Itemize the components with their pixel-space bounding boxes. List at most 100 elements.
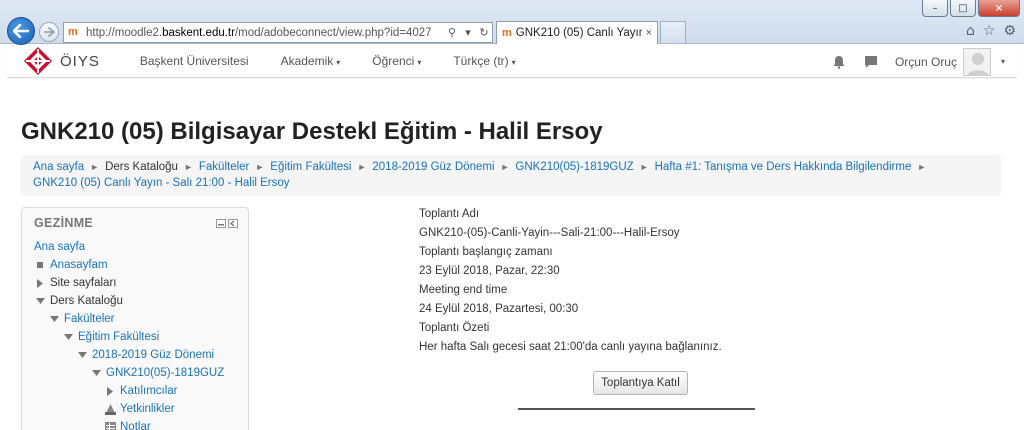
collapse-block-icon[interactable]: [216, 219, 226, 228]
meeting-start-value: 23 Eylül 2018, Pazar, 22:30: [419, 265, 560, 277]
dock-block-icon[interactable]: [228, 219, 238, 228]
nav-item-baskent-universitesi[interactable]: Başkent Üniversitesi: [140, 54, 249, 68]
minimize-button[interactable]: –: [922, 0, 948, 17]
grades-table-icon: [104, 422, 116, 430]
user-menu-chevron-icon[interactable]: ▾: [1001, 57, 1005, 66]
join-meeting-button[interactable]: Toplantıya Katıl: [593, 371, 688, 395]
settings-gear-icon[interactable]: ⚙: [1003, 23, 1016, 39]
page-title: GNK210 (05) Bilgisayar Destekl Eğitim - …: [21, 118, 603, 145]
chevron-down-icon: ▾: [336, 58, 341, 67]
nav-item-ogrenci[interactable]: Öğrenci ▾: [372, 54, 421, 68]
tree-item-site-sayfalari[interactable]: Site sayfaları: [34, 274, 116, 292]
window-controls: – □ ×: [922, 0, 1020, 17]
tree-item-label[interactable]: Notlar: [120, 418, 151, 430]
tree-item-notlar[interactable]: Notlar: [104, 418, 151, 430]
brand-name[interactable]: ÖIYS: [60, 53, 100, 70]
breadcrumb-separator-icon: ►: [90, 162, 100, 172]
tree-item-label: Ders Kataloğu: [50, 295, 123, 307]
refresh-icon[interactable]: ↻: [476, 26, 492, 39]
url-text[interactable]: http://moodle2.baskent.edu.tr/mod/adobec…: [86, 27, 444, 39]
user-name[interactable]: Orçun Oruç: [895, 55, 957, 69]
meeting-start-label: Toplantı başlangıç zamanı: [419, 246, 553, 258]
user-area: Orçun Oruç ▾: [831, 45, 1005, 78]
page-content: GNK210 (05) Bilgisayar Destekl Eğitim - …: [7, 79, 1017, 430]
tree-item-donem[interactable]: 2018-2019 Güz Dönemi: [76, 346, 214, 364]
meeting-end-value: 24 Eylül 2018, Pazartesi, 00:30: [419, 303, 579, 315]
breadcrumb-separator-icon: ►: [917, 162, 927, 172]
bullet-icon: [34, 262, 46, 268]
forward-button[interactable]: [39, 22, 59, 42]
breadcrumb-item-current[interactable]: GNK210 (05) Canlı Yayın - Salı 21:00 - H…: [33, 177, 290, 189]
tree-item-fakulteler[interactable]: Fakülteler: [48, 310, 115, 328]
meeting-name-label: Toplantı Adı: [419, 208, 480, 220]
navigation-block: GEZİNME Ana sayfa Anasayfam Site sayfala…: [21, 207, 249, 430]
arrow-right-icon: [43, 27, 55, 37]
tree-item-egitim-fakultesi[interactable]: Eğitim Fakültesi: [62, 328, 159, 346]
breadcrumb: Ana sayfa ► Ders Kataloğu ► Fakülteler ► Eğiti…: [21, 155, 1001, 196]
tree-item-label[interactable]: Anasayfam: [50, 256, 108, 274]
tree-item-ders-katalogu[interactable]: Ders Kataloğu: [34, 292, 123, 310]
site-navbar: ÖIYS Başkent Üniversitesi Akademik ▾ Öğre…: [7, 45, 1017, 78]
tab-favicon-icon: m: [502, 27, 512, 39]
triangle-down-icon[interactable]: [90, 370, 102, 376]
tree-item-label[interactable]: Eğitim Fakültesi: [78, 328, 159, 346]
divider: [518, 408, 755, 410]
meeting-summary-value: Her hafta Salı gecesi saat 21:00'da canl…: [419, 341, 722, 353]
tree-item-label[interactable]: Ana sayfa: [34, 238, 85, 256]
breadcrumb-item[interactable]: 2018-2019 Güz Dönemi: [372, 161, 494, 173]
meeting-summary-label: Toplantı Özeti: [419, 322, 490, 334]
breadcrumb-item[interactable]: GNK210(05)-1819GUZ: [515, 161, 633, 173]
tree-item-label[interactable]: 2018-2019 Güz Dönemi: [92, 346, 214, 364]
home-icon[interactable]: ⌂: [966, 23, 975, 39]
maximize-button[interactable]: □: [950, 0, 976, 17]
breadcrumb-item[interactable]: Eğitim Fakültesi: [270, 161, 351, 173]
tree-item-label[interactable]: Katılımcılar: [120, 382, 178, 400]
close-window-button[interactable]: ×: [978, 0, 1020, 17]
competency-icon: [104, 403, 116, 415]
address-bar[interactable]: m http://moodle2.baskent.edu.tr/mod/adob…: [63, 22, 493, 43]
chevron-down-icon: ▾: [417, 58, 422, 67]
tree-item-label[interactable]: Fakülteler: [64, 310, 115, 328]
triangle-down-icon[interactable]: [48, 316, 60, 322]
triangle-right-icon[interactable]: [104, 386, 116, 396]
breadcrumb-item[interactable]: Fakülteler: [199, 161, 250, 173]
notification-bell-icon[interactable]: [831, 54, 847, 70]
new-tab-button[interactable]: [660, 21, 686, 43]
breadcrumb-item[interactable]: Hafta #1: Tanışma ve Ders Hakkında Bilgi…: [655, 161, 912, 173]
breadcrumb-separator-icon: ►: [183, 162, 193, 172]
tree-item-ana-sayfa[interactable]: Ana sayfa: [34, 238, 85, 256]
browser-toolbar: ⌂ ☆ ⚙: [966, 23, 1016, 39]
block-title: GEZİNME: [34, 216, 94, 230]
university-logo-icon[interactable]: [23, 46, 53, 76]
meeting-name-value: GNK210-(05)-Canli-Yayin---Sali-21:00---H…: [419, 227, 680, 239]
tree-item-yetkinlikler[interactable]: Yetkinlikler: [104, 400, 175, 418]
browser-chrome: – □ × m http://moodle2.baskent.edu.tr/mo…: [0, 0, 1024, 45]
tree-item-label[interactable]: Yetkinlikler: [120, 400, 175, 418]
triangle-down-icon[interactable]: [34, 298, 46, 304]
tree-item-label[interactable]: GNK210(05)-1819GUZ: [106, 364, 224, 382]
tree-item-anasayfam[interactable]: Anasayfam: [34, 256, 108, 274]
block-controls: [216, 219, 238, 228]
dropdown-icon[interactable]: ▾: [460, 26, 476, 39]
browser-tab[interactable]: m GNK210 (05) Canlı Yayın - S... ×: [496, 21, 658, 44]
breadcrumb-item: Ders Kataloğu: [105, 161, 178, 173]
avatar[interactable]: [962, 47, 991, 76]
arrow-left-icon: [13, 24, 29, 38]
triangle-right-icon[interactable]: [34, 278, 46, 288]
triangle-down-icon[interactable]: [76, 352, 88, 358]
tab-title[interactable]: GNK210 (05) Canlı Yayın - S...: [516, 27, 642, 39]
nav-item-language[interactable]: Türkçe (tr) ▾: [453, 54, 515, 68]
tree-item-katilimcilar[interactable]: Katılımcılar: [104, 382, 178, 400]
search-icon[interactable]: ⚲: [444, 26, 460, 39]
favorites-star-icon[interactable]: ☆: [983, 23, 996, 39]
breadcrumb-separator-icon: ►: [500, 162, 510, 172]
triangle-down-icon[interactable]: [62, 334, 74, 340]
tree-item-course[interactable]: GNK210(05)-1819GUZ: [90, 364, 224, 382]
nav-item-akademik[interactable]: Akademik ▾: [281, 54, 341, 68]
breadcrumb-separator-icon: ►: [357, 162, 367, 172]
back-button[interactable]: [7, 17, 35, 45]
messages-icon[interactable]: [863, 54, 879, 70]
breadcrumb-item[interactable]: Ana sayfa: [33, 161, 84, 173]
breadcrumb-separator-icon: ►: [255, 162, 265, 172]
tab-close-icon[interactable]: ×: [646, 27, 652, 39]
